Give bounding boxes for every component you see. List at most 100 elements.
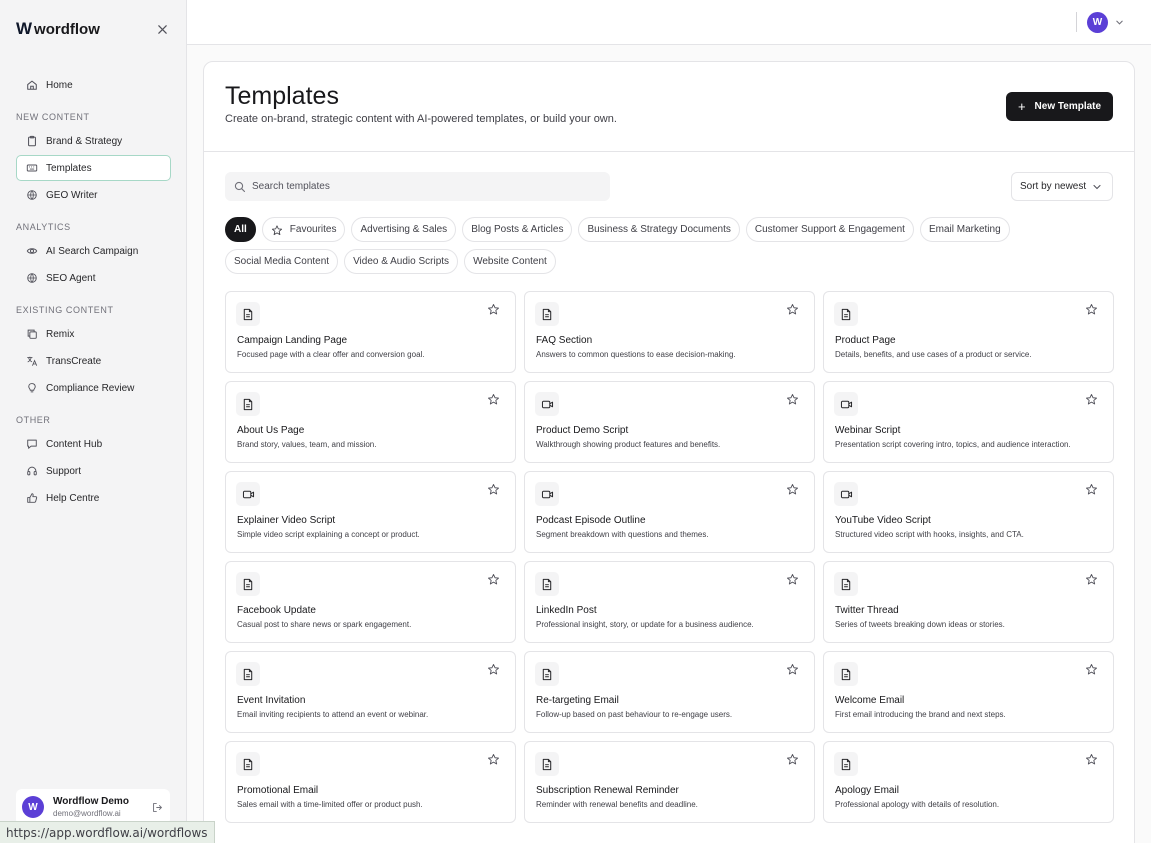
template-card-description: Reminder with renewal benefits and deadl… xyxy=(536,800,698,809)
favourite-star-icon[interactable] xyxy=(786,393,800,407)
plus-icon: + xyxy=(1017,99,1026,114)
user-profile[interactable]: W Wordflow Demo demo@wordflow.ai xyxy=(16,789,170,825)
template-card[interactable]: Event Invitation Email inviting recipient… xyxy=(225,651,516,733)
template-card[interactable]: Explainer Video Script Simple video scrip… xyxy=(225,471,516,553)
video-icon xyxy=(834,392,858,416)
favourite-star-icon[interactable] xyxy=(786,753,800,767)
template-card-description: Casual post to share news or spark engag… xyxy=(237,620,412,629)
sidebar-item-templates[interactable]: Templates xyxy=(16,155,171,181)
filter-row: Social Media Content Video & Audio Script… xyxy=(225,249,1115,274)
filter-chip-label: Social Media Content xyxy=(234,256,330,267)
search-box[interactable] xyxy=(225,172,610,201)
top-bar: W xyxy=(187,0,1151,45)
new-template-button[interactable]: + New Template xyxy=(1006,92,1113,121)
favourite-star-icon[interactable] xyxy=(1085,663,1099,677)
template-card[interactable]: LinkedIn Post Professional insight, story… xyxy=(524,561,815,643)
template-card-description: Brand story, values, team, and mission. xyxy=(237,440,377,449)
chevron-down-icon[interactable] xyxy=(1113,16,1125,28)
template-card[interactable]: Product Page Details, benefits, and use c… xyxy=(823,291,1114,373)
sidebar-item-help-centre[interactable]: Help Centre xyxy=(16,485,171,511)
favourite-star-icon[interactable] xyxy=(786,663,800,677)
template-card[interactable]: Apology Email Professional apology with d… xyxy=(823,741,1114,823)
templates-panel: Templates Create on-brand, strategic con… xyxy=(203,61,1135,843)
template-card-title: Re-targeting Email xyxy=(536,695,619,706)
template-card-title: Facebook Update xyxy=(237,605,316,616)
sidebar-item-label: SEO Agent xyxy=(46,272,96,284)
favourite-star-icon[interactable] xyxy=(1085,753,1099,767)
sidebar-item-content-hub[interactable]: Content Hub xyxy=(16,431,171,457)
sidebar-item-label: AI Search Campaign xyxy=(46,245,139,257)
favourite-star-icon[interactable] xyxy=(487,753,501,767)
filter-chip-blog-posts-and-articles[interactable]: Blog Posts & Articles xyxy=(462,217,573,242)
template-card[interactable]: Welcome Email First email introducing the… xyxy=(823,651,1114,733)
keyboard-icon xyxy=(25,161,39,175)
template-card-description: First email introducing the brand and ne… xyxy=(835,710,1006,719)
template-card-description: Simple video script explaining a concept… xyxy=(237,530,420,539)
sidebar-item-remix[interactable]: Remix xyxy=(16,321,171,347)
template-card[interactable]: Promotional Email Sales email with a time… xyxy=(225,741,516,823)
template-card-title: Twitter Thread xyxy=(835,605,899,616)
sidebar-item-compliance-review[interactable]: Compliance Review xyxy=(16,375,171,401)
sidebar-item-label: Templates xyxy=(46,162,92,174)
favourite-star-icon[interactable] xyxy=(487,393,501,407)
favourite-star-icon[interactable] xyxy=(487,303,501,317)
favourite-star-icon[interactable] xyxy=(487,483,501,497)
template-card[interactable]: Podcast Episode Outline Segment breakdown… xyxy=(524,471,815,553)
filter-chip-business-and-strategy-documents[interactable]: Business & Strategy Documents xyxy=(578,217,740,242)
account-avatar[interactable]: W xyxy=(1087,12,1108,33)
favourite-star-icon[interactable] xyxy=(1085,483,1099,497)
sidebar-item-geo-writer[interactable]: GEO Writer xyxy=(16,182,171,208)
document-icon xyxy=(834,572,858,596)
sidebar-item-label: GEO Writer xyxy=(46,189,98,201)
favourite-star-icon[interactable] xyxy=(1085,573,1099,587)
search-input[interactable] xyxy=(252,181,610,192)
filter-chip-email-marketing[interactable]: Email Marketing xyxy=(919,217,1010,242)
favourite-star-icon[interactable] xyxy=(1085,393,1099,407)
sidebar-item-support[interactable]: Support xyxy=(16,458,171,484)
sort-dropdown[interactable]: Sort by newest xyxy=(1011,172,1113,201)
filter-chip-website-content[interactable]: Website Content xyxy=(464,249,556,274)
video-icon xyxy=(236,482,260,506)
filter-chip-social-media-content[interactable]: Social Media Content xyxy=(225,249,339,274)
template-card[interactable]: Campaign Landing Page Focused page with a… xyxy=(225,291,516,373)
template-card[interactable]: FAQ Section Answers to common questions t… xyxy=(524,291,815,373)
favourite-star-icon[interactable] xyxy=(786,573,800,587)
filter-chip-video-and-audio-scripts[interactable]: Video & Audio Scripts xyxy=(344,249,459,274)
filter-chip-all[interactable]: All xyxy=(225,217,256,242)
template-card-description: Sales email with a time-limited offer or… xyxy=(237,800,423,809)
filter-chip-customer-support-and-engagement[interactable]: Customer Support & Engagement xyxy=(745,217,914,242)
sidebar-item-seo-agent[interactable]: SEO Agent xyxy=(16,265,171,291)
page-subtitle: Create on-brand, strategic content with … xyxy=(225,113,617,125)
nav-section-heading: OTHER xyxy=(16,415,51,425)
template-card[interactable]: Facebook Update Casual post to share news… xyxy=(225,561,516,643)
close-icon[interactable] xyxy=(153,20,171,38)
filter-chip-favourites[interactable]: Favourites xyxy=(261,217,346,242)
favourite-star-icon[interactable] xyxy=(1085,303,1099,317)
favourite-star-icon[interactable] xyxy=(487,573,501,587)
template-card[interactable]: Twitter Thread Series of tweets breaking … xyxy=(823,561,1114,643)
filter-chip-advertising-and-sales[interactable]: Advertising & Sales xyxy=(351,217,457,242)
logout-icon[interactable] xyxy=(150,800,164,814)
template-card[interactable]: Subscription Renewal Reminder Reminder wi… xyxy=(524,741,815,823)
sidebar-item-ai-search-campaign[interactable]: AI Search Campaign xyxy=(16,238,171,264)
favourite-star-icon[interactable] xyxy=(786,483,800,497)
template-card-description: Professional insight, story, or update f… xyxy=(536,620,754,629)
user-email: demo@wordflow.ai xyxy=(53,809,121,818)
document-icon xyxy=(236,662,260,686)
template-card[interactable]: Product Demo Script Walkthrough showing p… xyxy=(524,381,815,463)
template-card-title: FAQ Section xyxy=(536,335,593,346)
sidebar-item-brand-and-strategy[interactable]: Brand & Strategy xyxy=(16,128,171,154)
template-card[interactable]: YouTube Video Script Structured video scr… xyxy=(823,471,1114,553)
template-card[interactable]: About Us Page Brand story, values, team, … xyxy=(225,381,516,463)
globe-icon xyxy=(25,271,39,285)
sidebar-item-transcreate[interactable]: TransCreate xyxy=(16,348,171,374)
template-card[interactable]: Re-targeting Email Follow-up based on pas… xyxy=(524,651,815,733)
template-card-title: Product Demo Script xyxy=(536,425,629,436)
template-card[interactable]: Webinar Script Presentation script coveri… xyxy=(823,381,1114,463)
template-card-description: Presentation script covering intro, topi… xyxy=(835,440,1071,449)
favourite-star-icon[interactable] xyxy=(786,303,800,317)
sidebar-item-home[interactable]: Home xyxy=(16,72,171,98)
favourite-star-icon[interactable] xyxy=(487,663,501,677)
logo[interactable]: W wordflow xyxy=(16,19,171,38)
template-card-title: LinkedIn Post xyxy=(536,605,597,616)
